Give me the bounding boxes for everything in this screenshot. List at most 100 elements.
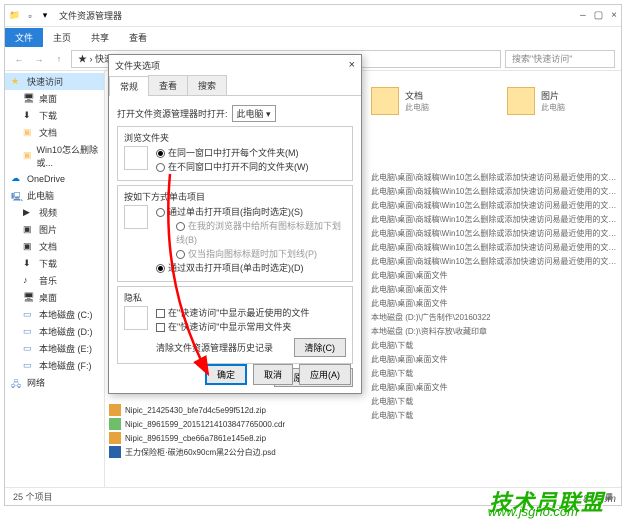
sidebar-item-quickaccess[interactable]: ★快速访问 [5,73,104,90]
dialog-buttons: 确定 取消 应用(A) [205,364,351,385]
recent-file-item[interactable]: 此电脑\桌面\桌面文件 [371,283,621,297]
sidebar-item-thispc[interactable]: 🖳此电脑 [5,187,104,204]
recent-file-item[interactable]: 此电脑\桌面\桌面文件 [371,269,621,283]
recent-file-item[interactable]: 本地磁盘 (D:)\广告制作\20160322 [371,311,621,325]
onedrive-icon: ☁ [11,173,23,185]
recent-file-item[interactable]: 此电脑\下载 [371,395,621,409]
sidebar-item-downloads[interactable]: ⬇下载 [5,255,104,272]
recent-file-item[interactable]: 此电脑\桌面\商城稿\Win10怎么删除或添加快速访问易最近使用的文件记录 [371,227,621,241]
radio-underline-all [176,222,185,231]
file-item[interactable]: Nipic_8961599_cbe66a7861e145e8.zip [109,431,349,445]
sidebar-item-desktop[interactable]: 🖥桌面 [5,289,104,306]
qat-icon[interactable]: ▫ [24,10,36,22]
apply-button[interactable]: 应用(A) [299,364,351,385]
tab-view[interactable]: 查看 [148,75,188,95]
download-icon: ⬇ [23,258,35,270]
sidebar-item-music[interactable]: ♪音乐 [5,272,104,289]
tab-home[interactable]: 主页 [43,28,81,47]
sidebar-item-folder[interactable]: ▣Win10怎么删除或... [5,141,104,171]
tab-file[interactable]: 文件 [5,28,43,47]
cancel-button[interactable]: 取消 [253,364,293,385]
recent-files-list: 此电脑\桌面\商城稿\Win10怎么删除或添加快速访问易最近使用的文件记录此电脑… [371,171,621,423]
tab-general[interactable]: 常规 [109,76,149,96]
forward-button[interactable]: → [31,51,47,67]
recent-file-item[interactable]: 此电脑\桌面\桌面文件 [371,353,621,367]
recent-file-item[interactable]: 此电脑\桌面\商城稿\Win10怎么删除或添加快速访问易最近使用的文件记录 [371,255,621,269]
ribbon-tabs: 文件 主页 共享 查看 [5,27,621,47]
dialog-close-button[interactable]: × [349,59,355,71]
recent-file-item[interactable]: 此电脑\桌面\桌面文件 [371,297,621,311]
folder-tile-documents[interactable]: 文档 此电脑 [371,87,471,115]
nav-pane: ★快速访问 🖥桌面 ⬇下载 ▣文档 ▣Win10怎么删除或... ☁OneDri… [5,71,105,487]
desktop-icon: 🖥 [23,292,35,304]
recent-file-item[interactable]: 本地磁盘 (D:)\资料存放\收藏印章 [371,325,621,339]
cdr-icon [109,418,121,430]
recent-file-item[interactable]: 此电脑\下载 [371,367,621,381]
open-target-select[interactable]: 此电脑 ▾ [232,105,276,122]
recent-file-item[interactable]: 此电脑\下载 [371,409,621,423]
sidebar-item-drive-e[interactable]: ▭本地磁盘 (E:) [5,340,104,357]
checkbox-recent-files[interactable] [156,309,165,318]
sidebar-item-videos[interactable]: ▶视频 [5,204,104,221]
radio-double-click[interactable] [156,264,165,273]
file-item[interactable]: 王力保险柜·碳池60x90cm黑2公分白边.psd [109,445,349,459]
sidebar-item-drive-f[interactable]: ▭本地磁盘 (F:) [5,357,104,374]
radio-same-window[interactable] [156,149,165,158]
drive-icon: ▭ [23,343,35,355]
file-item[interactable]: Nipic_8961599_20151214103847765000.cdr [109,417,349,431]
drive-icon: ▭ [23,360,35,372]
radio-new-window[interactable] [156,163,165,172]
privacy-icon [124,306,148,330]
folder-tile-pictures[interactable]: 图片 此电脑 [507,87,607,115]
clear-button[interactable]: 清除(C) [294,338,347,357]
up-button[interactable]: ↑ [51,51,67,67]
video-icon: ▶ [23,207,35,219]
recent-file-item[interactable]: 此电脑\桌面\商城稿\Win10怎么删除或添加快速访问易最近使用的文件记录 [371,171,621,185]
zip-icon [109,432,121,444]
privacy-group: 隐私 在"快速访问"中显示最近使用的文件 在"快速访问"中显示常用文件夹 清除文… [117,286,353,364]
titlebar: 📁 ▫ ▾ 文件资源管理器 – ▢ × [5,5,621,27]
recent-file-item[interactable]: 此电脑\桌面\商城稿\Win10怎么删除或添加快速访问易最近使用的文件记录 [371,241,621,255]
minimize-button[interactable]: – [580,10,586,21]
sidebar-item-drive-d[interactable]: ▭本地磁盘 (D:) [5,323,104,340]
search-input[interactable]: 搜索"快速访问" [505,50,615,68]
maximize-button[interactable]: ▢ [594,10,603,21]
folder-icon: ▣ [23,241,35,253]
close-button[interactable]: × [611,10,617,21]
recent-file-item[interactable]: 此电脑\桌面\商城稿\Win10怎么删除或添加快速访问易最近使用的文件记录 [371,185,621,199]
desktop-icon: 🖥 [23,93,35,105]
zip-icon [109,404,121,416]
sidebar-item-pictures[interactable]: ▣图片 [5,221,104,238]
ok-button[interactable]: 确定 [205,364,247,385]
folder-icon [507,87,535,115]
checkbox-frequent-folders[interactable] [156,323,165,332]
back-button[interactable]: ← [11,51,27,67]
sidebar-item-downloads[interactable]: ⬇下载 [5,107,104,124]
sidebar-item-network[interactable]: 🖧网络 [5,374,104,391]
radio-single-click[interactable] [156,208,165,217]
tab-view[interactable]: 查看 [119,28,157,47]
folder-icon: 📁 [9,10,21,22]
recent-file-item[interactable]: 此电脑\桌面\商城稿\Win10怎么删除或添加快速访问易最近使用的文件记录 [371,199,621,213]
browse-folders-group: 浏览文件夹 在同一窗口中打开每个文件夹(M) 在不同窗口中打开不同的文件夹(W) [117,126,353,181]
star-icon: ★ [11,76,23,88]
network-icon: 🖧 [11,377,23,389]
picture-icon: ▣ [23,224,35,236]
sidebar-item-documents[interactable]: ▣文档 [5,238,104,255]
tab-share[interactable]: 共享 [81,28,119,47]
sidebar-item-onedrive[interactable]: ☁OneDrive [5,171,104,187]
music-icon: ♪ [23,275,35,287]
recent-file-item[interactable]: 此电脑\桌面\商城稿\Win10怎么删除或添加快速访问易最近使用的文件记录 [371,213,621,227]
tab-search[interactable]: 搜索 [187,75,227,95]
folder-icon: ▣ [23,127,35,139]
window-title: 文件资源管理器 [59,9,580,22]
recent-file-item[interactable]: 此电脑\下载 [371,339,621,353]
recent-file-item[interactable]: 此电脑\桌面\桌面文件 [371,381,621,395]
qat-icon[interactable]: ▾ [39,10,51,22]
sidebar-item-drive-c[interactable]: ▭本地磁盘 (C:) [5,306,104,323]
click-items-group: 按如下方式单击项目 通过单击打开项目(指向时选定)(S) 在我的浏览器中给所有图… [117,185,353,282]
dialog-tabs: 常规 查看 搜索 [109,75,361,96]
sidebar-item-documents[interactable]: ▣文档 [5,124,104,141]
file-item[interactable]: Nipic_21425430_bfe7d4c5e99f512d.zip [109,403,349,417]
sidebar-item-desktop[interactable]: 🖥桌面 [5,90,104,107]
